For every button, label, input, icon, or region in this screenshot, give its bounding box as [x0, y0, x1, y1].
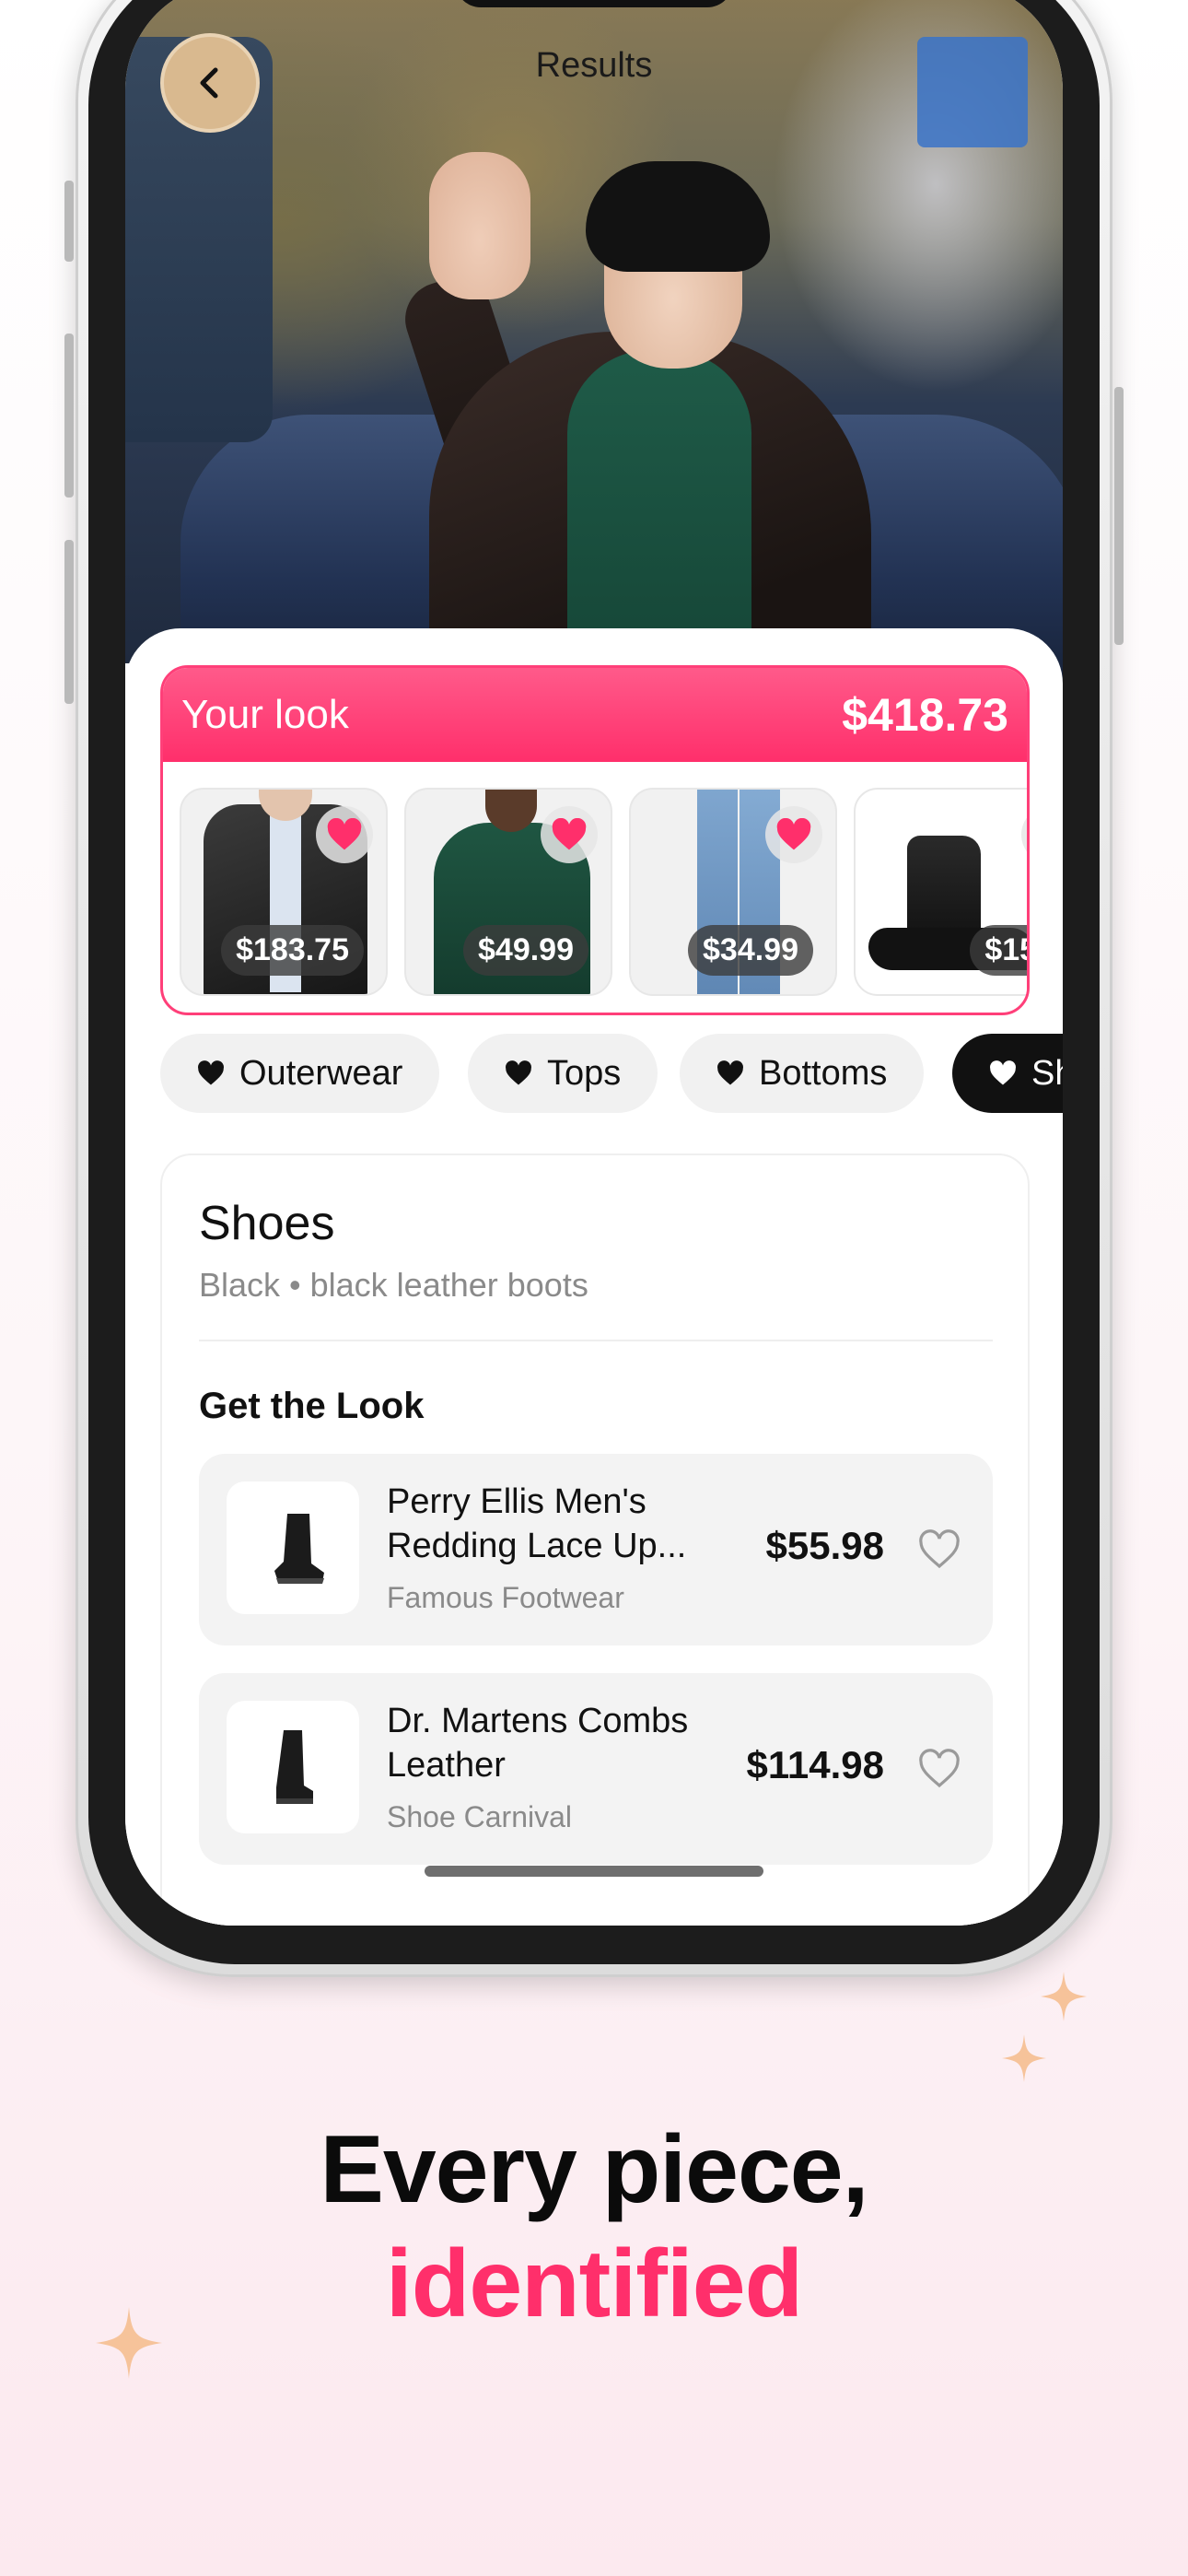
- category-pill-bottoms[interactable]: Bottoms: [680, 1034, 925, 1113]
- heart-filled-icon: [990, 1060, 1016, 1085]
- heart-filled-icon: [776, 818, 811, 850]
- product-store: Famous Footwear: [387, 1581, 624, 1614]
- boot-image: [276, 1730, 313, 1804]
- home-indicator: [425, 1866, 763, 1877]
- boot-image: [274, 1514, 324, 1584]
- heart-filled-icon: [327, 818, 362, 850]
- heart-filled-icon: [506, 1060, 531, 1085]
- category-pill-label: Tops: [547, 1053, 622, 1093]
- category-pill-label: Outerwear: [239, 1053, 403, 1093]
- look-item-price: $34.99: [688, 925, 813, 976]
- product-name: Dr. Martens Combs Leather: [387, 1702, 689, 1785]
- product-row[interactable]: Dr. Martens Combs Leather Shoe Carnival …: [199, 1673, 993, 1865]
- category-pill-outerwear[interactable]: Outerwear: [160, 1034, 440, 1113]
- hero-photo: [125, 0, 1063, 719]
- person-hand-image: [429, 152, 530, 299]
- heart-outline-icon: [919, 1529, 960, 1569]
- heart-filled-icon: [198, 1060, 224, 1085]
- look-item-price: $150: [970, 925, 1027, 976]
- category-detail-card: Shoes Black • black leather boots Get th…: [160, 1153, 1030, 1926]
- screen-title: Results: [535, 46, 653, 85]
- phone-side-button: [64, 181, 74, 262]
- look-item-price: $49.99: [463, 925, 588, 976]
- divider: [199, 1340, 993, 1341]
- results-sheet: Your look $418.73 $183.75 $49.99 $34.99 …: [125, 628, 1063, 1926]
- product-store: Shoe Carnival: [387, 1800, 572, 1833]
- phone-side-button: [1114, 387, 1124, 645]
- app-screen: Results Your look $418.73 $183.75 $49.99…: [125, 0, 1063, 1926]
- category-subtitle: Black • black leather boots: [199, 1266, 588, 1304]
- your-look-header: Your look $418.73: [163, 668, 1027, 762]
- category-pill-shoes[interactable]: Sh: [952, 1034, 1063, 1113]
- caption-headline: Every piece,: [320, 2116, 868, 2223]
- sparkle-icon: [1041, 1972, 1087, 2021]
- favorite-button[interactable]: [914, 1524, 965, 1575]
- favorite-button[interactable]: [914, 1743, 965, 1795]
- product-row[interactable]: Perry Ellis Men's Redding Lace Up... Fam…: [199, 1454, 993, 1645]
- look-items-row[interactable]: $183.75 $49.99 $34.99 $1: [180, 788, 1027, 996]
- product-thumbnail: [227, 1701, 359, 1833]
- product-price: $114.98: [746, 1743, 884, 1786]
- heart-filled-icon: [717, 1060, 743, 1085]
- your-look-card[interactable]: Your look $418.73 $183.75 $49.99 $34.99 …: [160, 665, 1030, 1015]
- person-hair-image: [586, 161, 770, 272]
- phone-side-button: [64, 540, 74, 704]
- favorite-heart-button[interactable]: [1021, 806, 1027, 863]
- heart-outline-icon: [919, 1749, 960, 1788]
- section-title: Get the Look: [199, 1386, 425, 1426]
- product-thumbnail: [227, 1481, 359, 1614]
- caption-highlight: identified: [385, 2231, 803, 2337]
- sparkle-icon: [1002, 2034, 1046, 2082]
- favorite-heart-button[interactable]: [765, 806, 822, 863]
- look-item-shoes[interactable]: $150: [854, 788, 1027, 996]
- product-name: Perry Ellis Men's Redding Lace Up...: [387, 1482, 687, 1565]
- your-look-title: Your look: [181, 692, 349, 737]
- look-item-bottoms[interactable]: $34.99: [629, 788, 837, 996]
- heart-filled-icon: [552, 818, 587, 850]
- look-item-price: $183.75: [221, 925, 364, 976]
- dynamic-island: [455, 0, 733, 7]
- category-pill-label: Sh: [1031, 1053, 1063, 1093]
- favorite-heart-button[interactable]: [541, 806, 598, 863]
- your-look-total: $418.73: [842, 689, 1008, 741]
- product-price: $55.98: [765, 1524, 884, 1567]
- category-pill-label: Bottoms: [759, 1053, 888, 1093]
- category-pill-tops[interactable]: Tops: [468, 1034, 658, 1113]
- phone-side-button: [64, 334, 74, 498]
- category-title: Shoes: [199, 1197, 335, 1250]
- look-item-top[interactable]: $49.99: [404, 788, 612, 996]
- favorite-heart-button[interactable]: [316, 806, 373, 863]
- look-item-outerwear[interactable]: $183.75: [180, 788, 388, 996]
